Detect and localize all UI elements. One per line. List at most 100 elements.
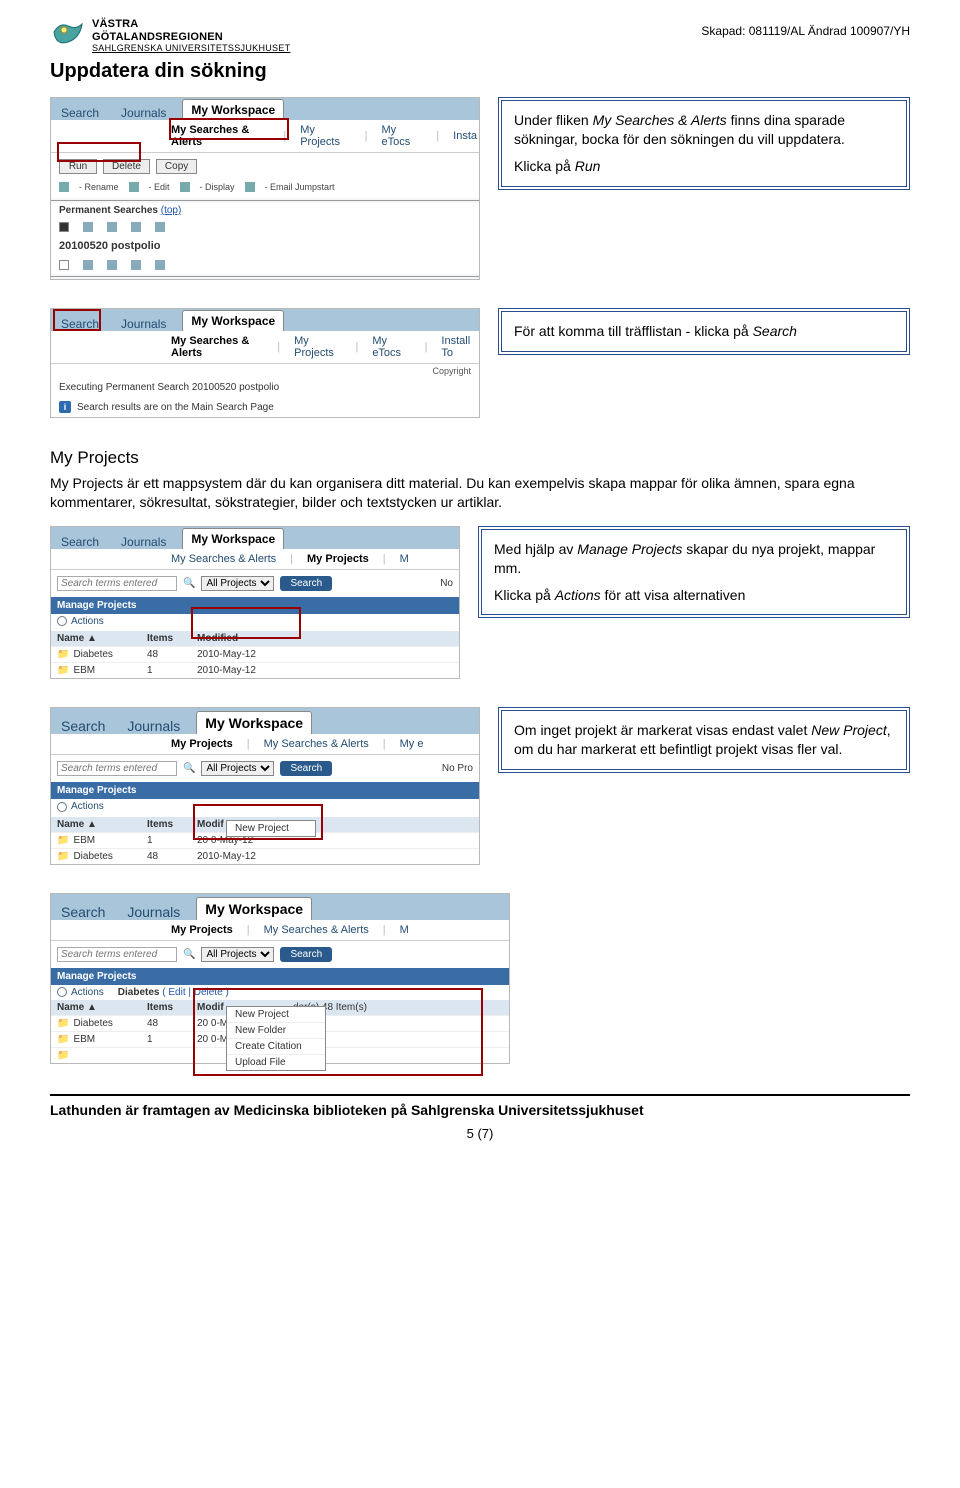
gear-icon (57, 616, 67, 626)
subtab-projects[interactable]: My Projects (171, 924, 233, 936)
tab-journals[interactable]: Journals (115, 102, 172, 120)
note-3: Med hjälp av Manage Projects skapar du n… (478, 526, 910, 619)
gear-icon (57, 802, 67, 812)
created-stamp: Skapad: 081119/AL Ändrad 100907/YH (701, 24, 910, 38)
tab-journals[interactable]: Journals (115, 531, 172, 549)
folder-icon: 📁 (57, 665, 69, 676)
project-select[interactable]: All Projects (201, 947, 274, 962)
subtab-projects[interactable]: My Projects (307, 553, 369, 565)
tab-search[interactable]: Search (55, 900, 111, 920)
info-icon: i (59, 401, 71, 413)
table-row[interactable]: 📁EBM 1 2010-May-12 (51, 662, 459, 678)
project-select[interactable]: All Projects (201, 576, 274, 591)
tab-search[interactable]: Search (55, 531, 105, 549)
page-number: 5 (7) (50, 1126, 910, 1141)
folder-icon: 📁 (57, 851, 69, 862)
manage-projects-bar: Manage Projects (51, 782, 479, 799)
mag-icon: 🔍 (183, 763, 195, 774)
col-items[interactable]: Items (147, 1002, 197, 1013)
note-2: För att komma till träfflistan - klicka … (498, 308, 910, 355)
legend-display: - Display (200, 182, 235, 192)
search-input[interactable] (57, 947, 177, 962)
section-heading: My Projects (50, 448, 910, 468)
tab-journals[interactable]: Journals (121, 900, 186, 920)
subtab-msa[interactable]: My Searches & Alerts (264, 924, 369, 936)
checkbox[interactable] (59, 260, 69, 270)
mag-icon: 🔍 (183, 949, 195, 960)
col-name[interactable]: Name ▲ (57, 1002, 147, 1013)
folder-icon: 📁 (57, 1050, 69, 1061)
subtab-msa[interactable]: My Searches & Alerts (171, 335, 263, 359)
row-icon (107, 260, 117, 270)
search-button[interactable]: Search (280, 761, 332, 776)
region-line2: GÖTALANDSREGIONEN (92, 31, 223, 43)
project-select[interactable]: All Projects (201, 761, 274, 776)
highlight-search-tab (53, 309, 101, 331)
rename-icon (59, 182, 69, 192)
subtab-insta[interactable]: Insta (453, 130, 477, 142)
copy-button[interactable]: Copy (156, 159, 197, 174)
col-name[interactable]: Name ▲ (57, 633, 147, 644)
note-4: Om inget projekt är markerat visas endas… (498, 707, 910, 773)
logo: VÄSTRA GÖTALANDSREGIONEN SAHLGRENSKA UNI… (50, 18, 290, 54)
tab-workspace[interactable]: My Workspace (182, 99, 284, 120)
row-icon (131, 260, 141, 270)
exec-line: Executing Permanent Search 20100520 post… (51, 378, 479, 397)
folder-icon: 📁 (57, 1034, 69, 1045)
subtab-etocs[interactable]: My eTocs (372, 335, 410, 359)
row-icon (155, 260, 165, 270)
region-line1: VÄSTRA (92, 18, 138, 30)
screenshot-manage-1: Search Journals My Workspace My Searches… (50, 526, 460, 680)
subtab-msa[interactable]: My Searches & Alerts (171, 553, 276, 565)
tab-workspace[interactable]: My Workspace (196, 897, 312, 920)
perm-top-link[interactable]: (top) (161, 205, 182, 216)
tab-journals[interactable]: Journals (115, 313, 172, 331)
highlight-msa (169, 118, 289, 140)
table-row[interactable]: 📁Diabetes 48 2010-May-12 (51, 646, 459, 662)
gear-icon (57, 987, 67, 997)
tab-workspace[interactable]: My Workspace (182, 310, 284, 331)
col-name[interactable]: Name ▲ (57, 819, 147, 830)
search-button[interactable]: Search (280, 576, 332, 591)
legend-email: - Email Jumpstart (265, 182, 335, 192)
subtab-install[interactable]: Install To (441, 335, 477, 359)
subtab-m[interactable]: M (400, 553, 409, 565)
copyright: Copyright (51, 364, 479, 378)
search-button[interactable]: Search (280, 947, 332, 962)
col-items[interactable]: Items (147, 633, 197, 644)
subtab-mye[interactable]: My e (400, 738, 424, 750)
col-items[interactable]: Items (147, 819, 197, 830)
subtab-m[interactable]: M (400, 924, 409, 936)
section-body: My Projects är ett mappsystem där du kan… (50, 474, 910, 512)
subtab-etocs[interactable]: My eTocs (382, 124, 423, 148)
subtab-projects[interactable]: My Projects (300, 124, 350, 148)
table-row[interactable]: 📁Diabetes 48 2010-May-12 (51, 848, 479, 864)
actions-link[interactable]: Actions (57, 616, 104, 627)
manage-projects-bar: Manage Projects (51, 968, 509, 985)
search-input[interactable] (57, 576, 177, 591)
actions-link[interactable]: Actions (57, 987, 104, 998)
page-title: Uppdatera din sökning (50, 60, 910, 83)
tab-search[interactable]: Search (55, 714, 111, 734)
region-logo-icon (50, 18, 86, 54)
tab-workspace[interactable]: My Workspace (196, 711, 312, 734)
hospital-line: SAHLGRENSKA UNIVERSITETSSJUKHUSET (92, 43, 290, 53)
subtab-projects[interactable]: My Projects (294, 335, 341, 359)
result-text: Search results are on the Main Search Pa… (77, 402, 274, 413)
folder-icon: 📁 (57, 835, 69, 846)
subtab-projects[interactable]: My Projects (171, 738, 233, 750)
row-icon (83, 222, 93, 232)
tab-workspace[interactable]: My Workspace (182, 528, 284, 549)
actions-link[interactable]: Actions (57, 801, 104, 812)
email-icon (245, 182, 255, 192)
checkbox[interactable] (59, 222, 69, 232)
highlight-actions (191, 607, 301, 639)
tab-journals[interactable]: Journals (121, 714, 186, 734)
search-input[interactable] (57, 761, 177, 776)
subtab-msa[interactable]: My Searches & Alerts (264, 738, 369, 750)
tab-search[interactable]: Search (55, 102, 105, 120)
row-icon (83, 260, 93, 270)
saved-search-item[interactable]: 20100520 postpolio (51, 236, 479, 256)
row-icon (131, 222, 141, 232)
mag-icon: 🔍 (183, 578, 195, 589)
